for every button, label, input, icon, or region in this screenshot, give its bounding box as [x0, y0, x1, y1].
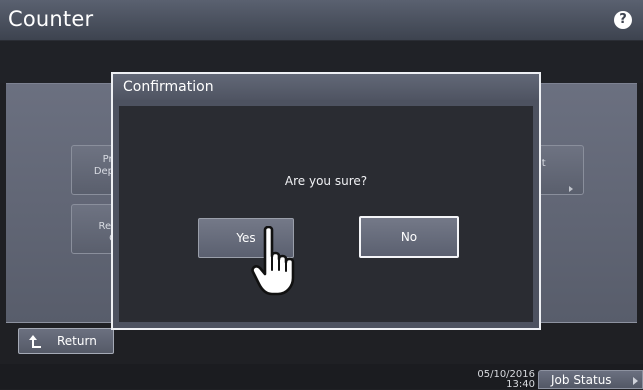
chevron-right-icon — [633, 377, 638, 385]
dialog-title: Confirmation — [123, 79, 214, 95]
return-arrow-icon — [29, 335, 41, 348]
no-button[interactable]: No — [359, 216, 459, 258]
counter-button-right[interactable]: it — [536, 145, 584, 195]
job-status-button[interactable]: Job Status — [538, 370, 643, 389]
date-time: 05/10/2016 13:40 — [477, 370, 535, 390]
dialog-body: Are you sure? Yes No — [119, 106, 533, 322]
question-icon[interactable]: ? — [614, 11, 632, 29]
return-button[interactable]: Return — [18, 328, 114, 354]
pointing-hand-icon — [251, 226, 295, 296]
dialog-message: Are you sure? — [284, 174, 368, 188]
page-title: Counter — [8, 7, 94, 31]
dialog-title-bar: Confirmation — [113, 74, 539, 100]
return-label: Return — [57, 334, 97, 348]
confirmation-dialog: Confirmation Are you sure? Yes No — [111, 72, 541, 330]
button-label-line: it — [539, 158, 546, 169]
title-bar: Counter ? — [0, 0, 643, 41]
chevron-right-icon — [569, 186, 573, 192]
job-status-label: Job Status — [551, 373, 612, 387]
